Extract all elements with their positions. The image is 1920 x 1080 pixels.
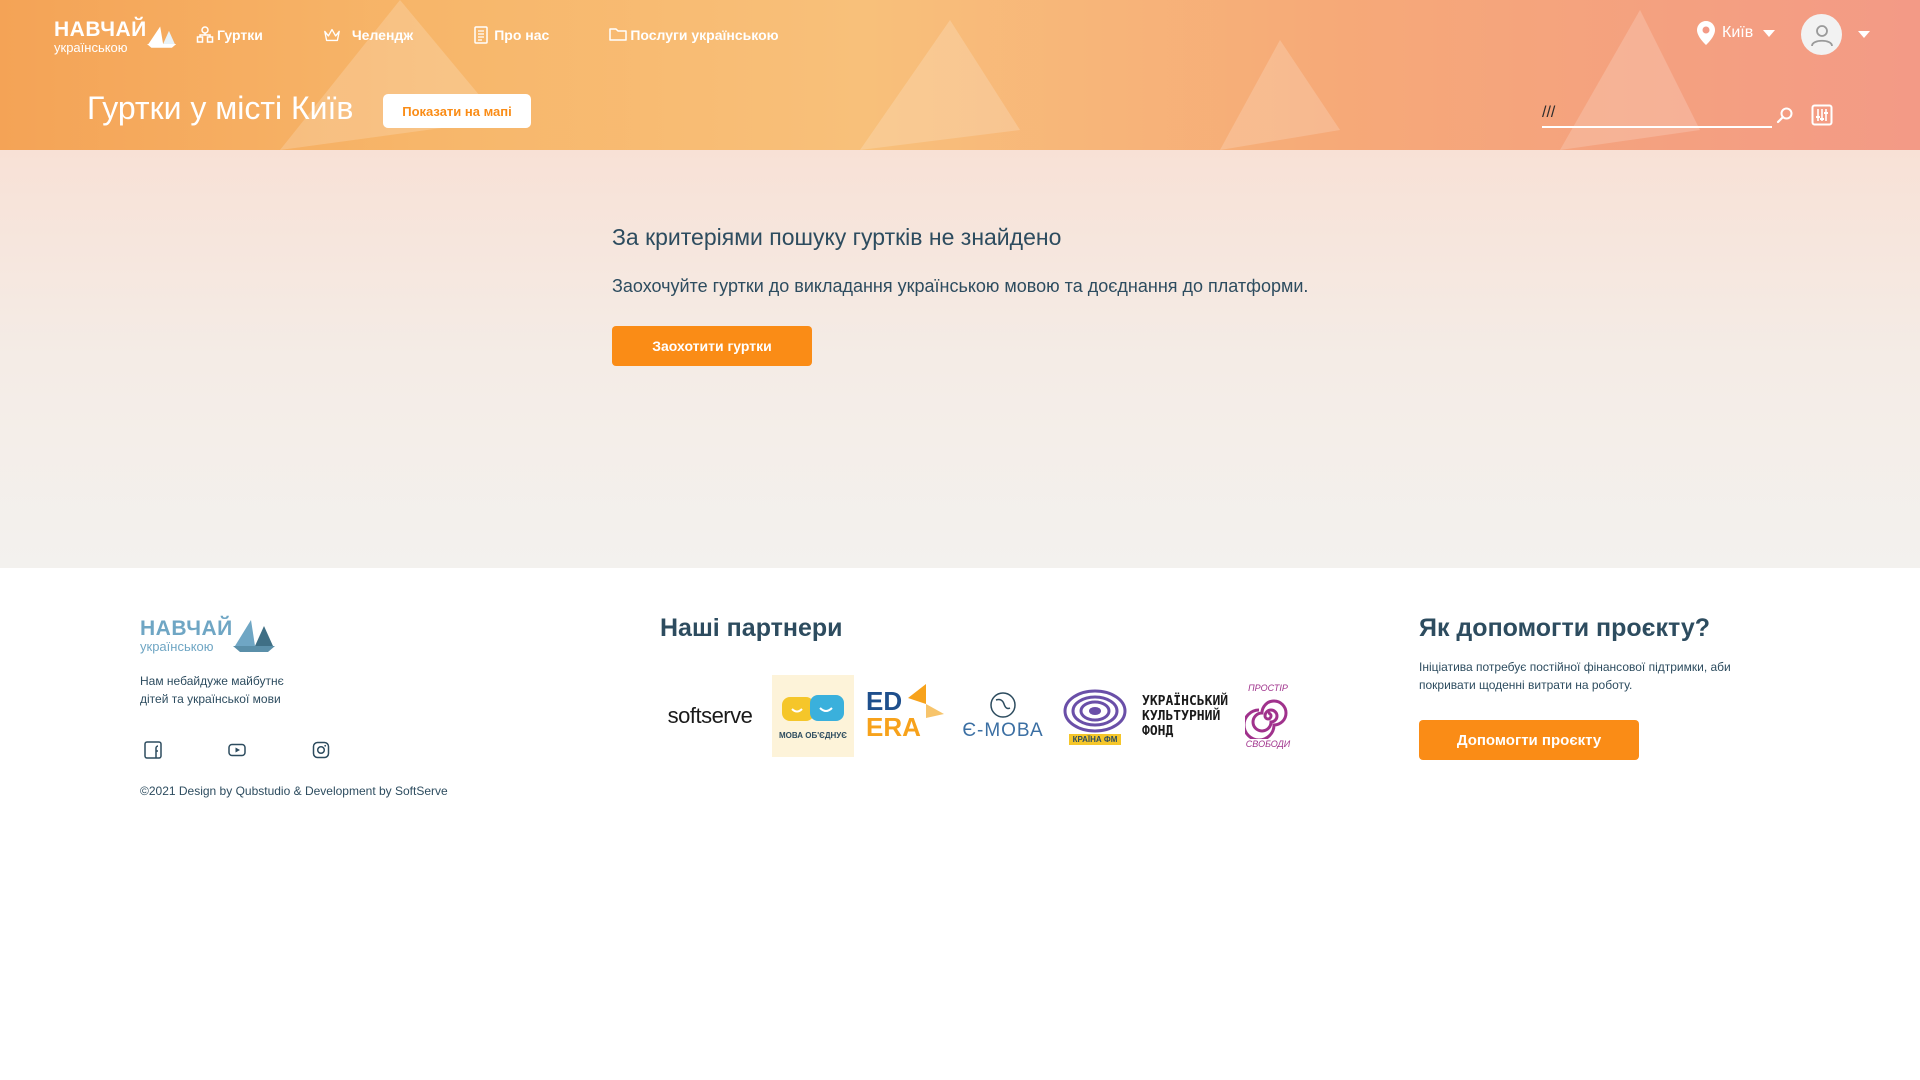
location-pin-icon [1697, 21, 1715, 45]
partner-prostir-line2: СВОБОДИ [1245, 739, 1291, 749]
show-on-map-button[interactable]: Показати на мапі [383, 94, 531, 128]
logo-line2: українською [54, 39, 128, 55]
avatar [1801, 14, 1842, 55]
decor-triangle [860, 20, 1020, 150]
search-icon[interactable] [1776, 106, 1794, 124]
document-icon [473, 26, 491, 44]
nav-clubs[interactable]: Гуртки [196, 24, 263, 46]
nav-clubs-label: Гуртки [217, 27, 263, 43]
help-description: Ініціатива потребує постійної фінансової… [1419, 660, 1731, 692]
nav-about-label: Про нас [494, 27, 550, 43]
empty-state-title: За критеріями пошуку гуртків не знайдено [612, 224, 1062, 250]
user-icon [1810, 24, 1833, 46]
paper-boat-icon [232, 620, 275, 652]
encourage-clubs-button[interactable]: Заохотити гуртки [612, 326, 812, 366]
footer-logo[interactable]: НАВЧАЙ українською [140, 616, 275, 654]
clubs-icon [196, 26, 214, 44]
spiral-icon [1245, 699, 1288, 739]
paper-boat-icon [146, 26, 176, 48]
footer-logo-line2: українською [140, 638, 214, 654]
filter-icon[interactable] [1811, 104, 1833, 126]
social-links [144, 741, 396, 759]
speech-bubbles-icon [782, 694, 844, 721]
youtube-icon[interactable] [228, 741, 246, 759]
logo-line1: НАВЧАЙ [54, 17, 147, 41]
footer-logo-line1: НАВЧАЙ [140, 616, 233, 640]
footer-logo-text: НАВЧАЙ українською [140, 618, 233, 653]
radio-waves-icon [1063, 689, 1127, 732]
folder-icon [609, 26, 628, 44]
nav-challenge[interactable]: Челендж [323, 24, 413, 46]
facebook-icon[interactable] [144, 741, 162, 759]
partner-kraina-fm[interactable]: КРАЇНА ФМ [1060, 681, 1130, 751]
logo-text: НАВЧАЙ українською [54, 19, 147, 54]
partner-softserve[interactable]: softserve [660, 696, 760, 736]
partner-ed-era[interactable]: ED ERA [866, 678, 946, 754]
partner-ucf-line3: ФОНД [1142, 723, 1174, 739]
help-title: Як допомогти проєкту? [1419, 614, 1711, 642]
city-selector[interactable]: Київ [1696, 20, 1776, 46]
partner-prostir-svobody[interactable]: ПРОСТІР СВОБОДИ [1240, 678, 1296, 754]
partner-ukr-culture-fund[interactable]: УКРАЇНСЬКИЙ КУЛЬТУРНИЙ ФОНД [1142, 681, 1228, 751]
nav-challenge-label: Челендж [351, 27, 414, 43]
main-nav: Гуртки Челендж Про нас Послуги українськ… [196, 24, 839, 46]
logo[interactable]: НАВЧАЙ українською [54, 18, 176, 54]
nav-services-label: Послуги українською [630, 27, 779, 43]
footer-description: Нам небайдуже майбутнє дітей та українсь… [140, 674, 284, 706]
partner-e-mova[interactable]: Є-МОВА [958, 681, 1048, 751]
copyright: ©2021 Design by Qubstudio & Development … [140, 784, 448, 798]
partner-mova-obiednuye[interactable]: МОВА ОБ'ЄДНУЄ [772, 675, 854, 757]
book-icon [908, 684, 944, 718]
help-project-button[interactable]: Допомогти проєкту [1419, 720, 1639, 760]
chevron-down-icon [1763, 29, 1776, 37]
partner-e-mova-label: Є-МОВА [962, 720, 1044, 741]
partners-title: Наші партнери [660, 614, 843, 642]
partner-ucf-line1: УКРАЇНСЬКИЙ [1142, 693, 1229, 709]
partner-mova-label: МОВА ОБ'ЄДНУЄ [779, 730, 847, 740]
user-menu[interactable] [1801, 14, 1870, 55]
globe-icon [990, 692, 1016, 718]
nav-services[interactable]: Послуги українською [609, 24, 779, 46]
search-input[interactable] [1542, 100, 1772, 126]
chevron-down-icon [1858, 31, 1870, 38]
partner-softserve-label: softserve [667, 703, 753, 728]
nav-about[interactable]: Про нас [473, 24, 549, 46]
header: НАВЧАЙ українською Гуртки Челендж Про на… [0, 0, 1920, 150]
decor-triangle [1220, 40, 1340, 150]
partners-list: softserve МОВА ОБ'ЄДНУЄ ED ERA Є-МОВА КР… [660, 674, 1308, 758]
partner-kraina-label: КРАЇНА ФМ [1068, 733, 1122, 745]
empty-state-subtitle: Заохочуйте гуртки до викладання українсь… [612, 276, 1309, 296]
page-title: Гуртки у місті Київ [87, 90, 354, 126]
instagram-icon[interactable] [312, 741, 330, 759]
decor-triangle [1560, 10, 1700, 150]
crown-icon [323, 26, 341, 44]
partner-prostir-line1: ПРОСТІР [1248, 683, 1288, 693]
partner-ucf-line2: КУЛЬТУРНИЙ [1142, 708, 1221, 724]
search-box [1542, 100, 1772, 128]
city-label: Київ [1722, 24, 1754, 41]
results-area: За критеріями пошуку гуртків не знайдено… [0, 150, 1920, 568]
